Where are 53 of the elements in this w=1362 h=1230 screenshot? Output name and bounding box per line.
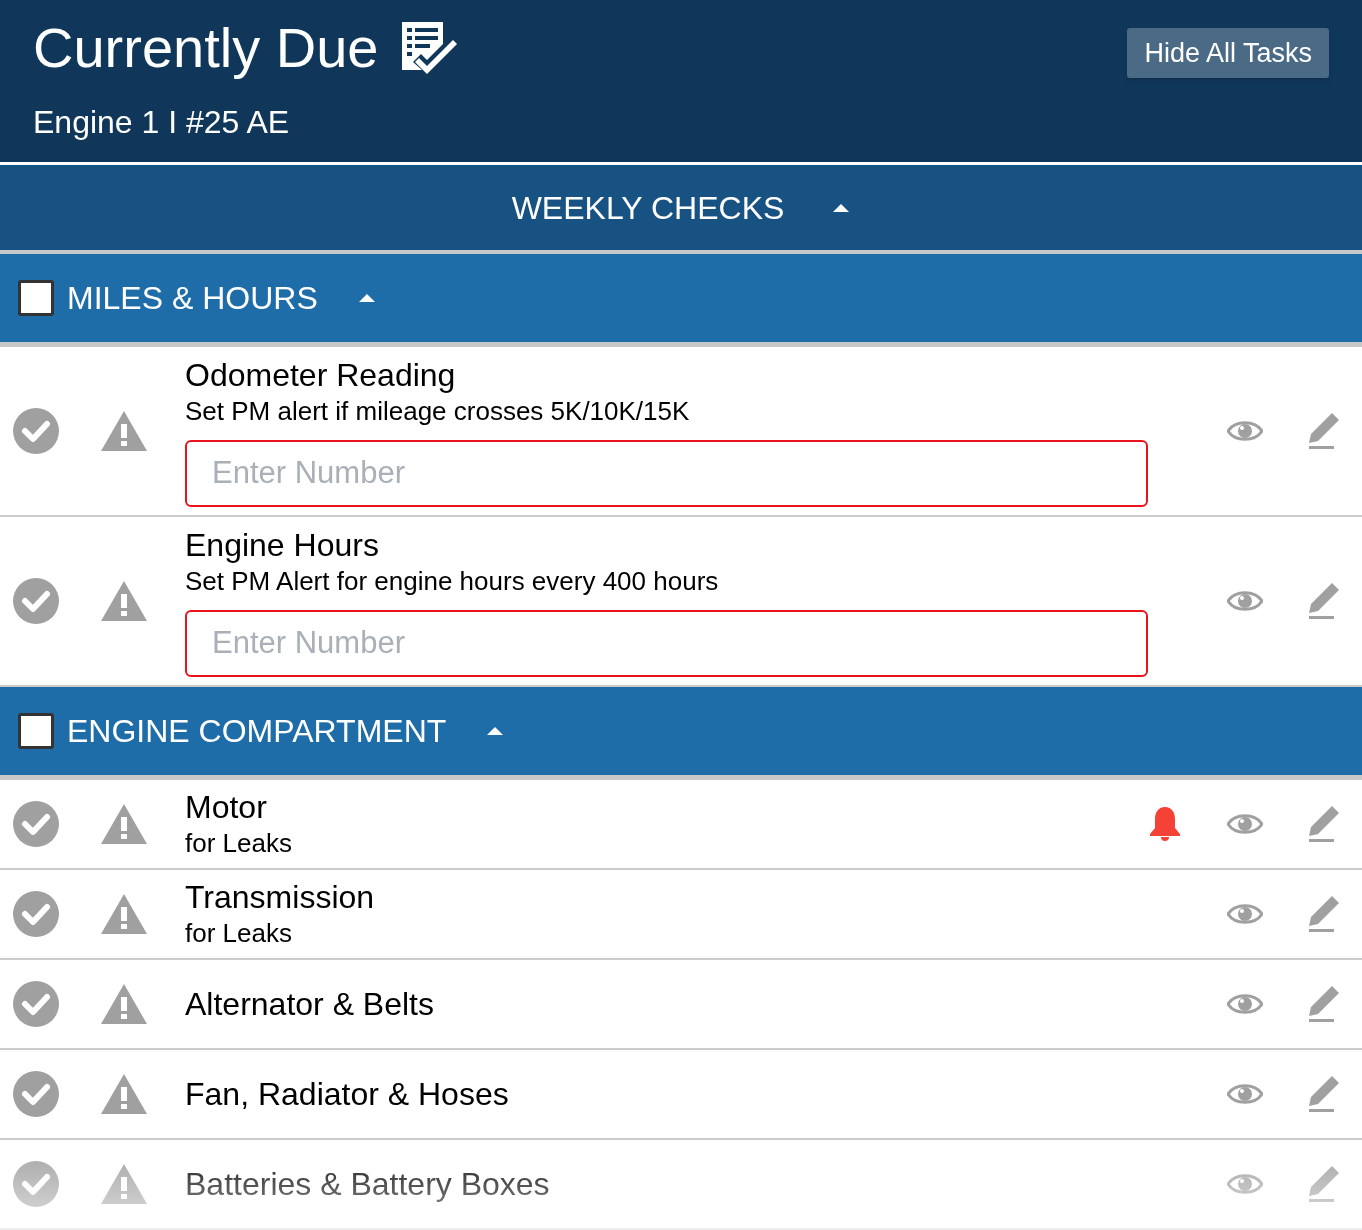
warning-icon[interactable] xyxy=(101,581,147,621)
hide-all-tasks-button[interactable]: Hide All Tasks xyxy=(1127,28,1329,78)
check-circle-icon[interactable] xyxy=(13,1161,59,1207)
check-circle-icon[interactable] xyxy=(13,801,59,847)
task-title: Alternator & Belts xyxy=(185,985,435,1023)
warning-icon[interactable] xyxy=(101,1164,147,1204)
task-title: Motor xyxy=(185,788,268,826)
warning-icon[interactable] xyxy=(101,984,147,1024)
task-description: for Leaks xyxy=(185,827,293,860)
caret-up-icon[interactable] xyxy=(486,726,505,736)
eye-icon[interactable] xyxy=(1227,589,1263,613)
eye-icon[interactable] xyxy=(1227,902,1263,926)
pencil-icon[interactable] xyxy=(1308,806,1340,842)
check-circle-icon[interactable] xyxy=(13,578,59,624)
section-title: MILES & HOURS xyxy=(67,279,318,318)
warning-icon[interactable] xyxy=(101,1074,147,1114)
pencil-icon[interactable] xyxy=(1308,1076,1340,1112)
subtitle: Engine 1 I #25 AE xyxy=(33,103,291,142)
pencil-icon[interactable] xyxy=(1308,986,1340,1022)
checkbox[interactable] xyxy=(18,280,54,316)
task-title: Fan, Radiator & Hoses xyxy=(185,1075,510,1113)
task-description: Set PM Alert for engine hours every 400 hours xyxy=(185,564,720,598)
eye-icon[interactable] xyxy=(1227,1082,1263,1106)
number-input[interactable]: Enter Number xyxy=(185,439,1148,507)
task-description: Set PM alert if mileage crosses 5K/10K/15K xyxy=(185,394,691,428)
checklist-icon xyxy=(402,22,459,74)
pencil-icon[interactable] xyxy=(1308,1166,1340,1202)
eye-icon[interactable] xyxy=(1227,812,1263,836)
group-title: WEEKLY CHECKS xyxy=(511,188,785,228)
warning-icon[interactable] xyxy=(101,804,147,844)
task-title: Odometer Reading xyxy=(185,355,457,394)
task-description: for Leaks xyxy=(185,917,293,950)
eye-icon[interactable] xyxy=(1227,1172,1263,1196)
task-title: Batteries & Battery Boxes xyxy=(185,1165,551,1203)
warning-icon[interactable] xyxy=(101,411,147,451)
check-circle-icon[interactable] xyxy=(13,981,59,1027)
checkbox[interactable] xyxy=(18,713,54,749)
pencil-icon[interactable] xyxy=(1308,896,1340,932)
caret-up-icon[interactable] xyxy=(357,293,376,303)
caret-up-icon[interactable] xyxy=(832,202,851,213)
check-circle-icon[interactable] xyxy=(13,408,59,454)
number-input[interactable]: Enter Number xyxy=(185,609,1148,677)
warning-icon[interactable] xyxy=(101,894,147,934)
pencil-icon[interactable] xyxy=(1308,413,1340,449)
page-title: Currently Due xyxy=(33,16,379,80)
section-title: ENGINE COMPARTMENT xyxy=(67,712,447,751)
eye-icon[interactable] xyxy=(1227,419,1263,443)
check-circle-icon[interactable] xyxy=(13,1071,59,1117)
task-title: Engine Hours xyxy=(185,525,380,564)
task-title: Transmission xyxy=(185,878,376,916)
check-circle-icon[interactable] xyxy=(13,891,59,937)
pencil-icon[interactable] xyxy=(1308,583,1340,619)
eye-icon[interactable] xyxy=(1227,992,1263,1016)
